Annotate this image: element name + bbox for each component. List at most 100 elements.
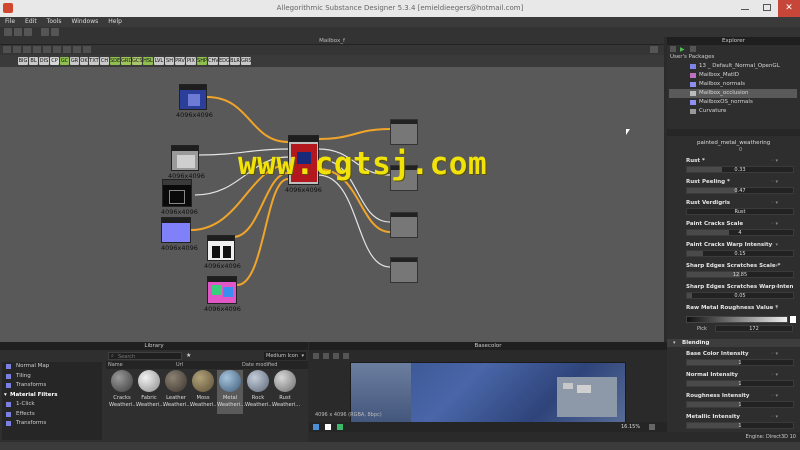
param-options-icon-2[interactable]: ◦ ▾ [771, 200, 793, 206]
blend-options-icon-3[interactable]: ◦ ▾ [771, 414, 793, 420]
view-tool-3-icon[interactable] [333, 353, 339, 359]
chip-prv[interactable]: PRV [175, 57, 185, 65]
graph-tool-6-icon[interactable] [53, 46, 61, 53]
channel-icon[interactable] [313, 424, 319, 430]
maximize-button[interactable] [756, 0, 778, 17]
icon-size-select[interactable]: Medium Icon ▾ [264, 352, 306, 360]
chip-gr[interactable]: GR [70, 57, 79, 65]
tree-item-transforms-2[interactable]: Transforms [2, 419, 102, 429]
view-tool-1-icon[interactable] [313, 353, 319, 359]
chip-grs[interactable]: GRS [241, 57, 252, 65]
material-moss[interactable]: Moss Weatheri... [190, 370, 218, 414]
node-normal-flat[interactable] [161, 217, 191, 243]
param-slider-3[interactable]: 4 [686, 229, 794, 236]
package-mailbox-normals[interactable]: Mailbox_normals [669, 80, 797, 89]
tree-item-normal-map[interactable]: Normal Map [2, 362, 102, 372]
package-mailbox-matid[interactable]: Mailbox_MatID [669, 71, 797, 80]
minimize-button[interactable] [734, 0, 756, 17]
param-slider-0[interactable]: 0.33 [686, 166, 794, 173]
chip-gcs[interactable]: GCS [132, 57, 143, 65]
blending-section[interactable]: ▾ Blending [667, 339, 800, 347]
output-metallic[interactable] [390, 212, 418, 238]
zoom-level[interactable]: 16.15% [621, 424, 640, 430]
chip-shp[interactable]: SHP [197, 57, 207, 65]
blend-options-icon-2[interactable]: ◦ ▾ [771, 393, 793, 399]
col-date[interactable]: Date modified [242, 361, 277, 369]
blend-options-icon-1[interactable]: ◦ ▾ [771, 372, 793, 378]
histogram-icon[interactable] [325, 424, 331, 430]
param-slider-6[interactable]: 0.05 [686, 292, 794, 299]
fit-icon[interactable] [649, 424, 655, 430]
material-fabric[interactable]: Fabric Weatheri... [136, 370, 164, 414]
param-options-icon-3[interactable]: ◦ ▾ [771, 221, 793, 227]
material-rock[interactable]: Rock Weatheri... [245, 370, 273, 414]
redo-icon[interactable] [51, 28, 59, 36]
picker-mode[interactable]: Pick [697, 326, 707, 332]
param-options-icon-0[interactable]: ◦ ▾ [771, 158, 793, 164]
param-slider-5[interactable]: 12.85 [686, 271, 794, 278]
close-button[interactable]: ✕ [778, 0, 800, 17]
param-options-icon-4[interactable]: ◦ ▾ [771, 242, 793, 248]
save-icon[interactable] [24, 28, 32, 36]
play-icon[interactable]: ▶ [680, 46, 685, 53]
menu-help[interactable]: Help [103, 17, 127, 26]
graph-tool-5-icon[interactable] [43, 46, 51, 53]
package-mailbox-occlusion[interactable]: Mailbox_occlusion [669, 89, 797, 98]
graph-tool-9-icon[interactable] [83, 46, 91, 53]
chip-big[interactable]: BIG [18, 57, 28, 65]
tree-item-1-click[interactable]: 1-Click [2, 400, 102, 410]
material-rust[interactable]: Rust Weatheri... [272, 370, 300, 414]
menu-edit[interactable]: Edit [20, 17, 42, 26]
output-height[interactable] [390, 257, 418, 283]
star-icon[interactable]: ★ [186, 352, 191, 359]
picker-value-input[interactable]: 172 [715, 325, 793, 332]
new-icon[interactable] [4, 28, 12, 36]
chip-ok[interactable]: OK [80, 57, 88, 65]
graph-tool-2-icon[interactable] [13, 46, 21, 53]
menu-tools[interactable]: Tools [42, 17, 67, 26]
node-ambient-occlusion[interactable] [171, 145, 199, 171]
view-tool-4-icon[interactable] [343, 353, 349, 359]
tree-item-transforms[interactable]: Transforms [2, 381, 102, 391]
folder-icon[interactable] [690, 46, 696, 52]
chip-gc[interactable]: GC [60, 57, 69, 65]
param-slider-1[interactable]: 0.47 [686, 187, 794, 194]
node-position[interactable] [207, 235, 235, 261]
open-icon[interactable] [14, 28, 22, 36]
graph-close-icon[interactable] [650, 46, 658, 53]
param-options-icon-5[interactable]: ◦ ▾ [771, 263, 793, 269]
gradient-end-swatch[interactable] [790, 316, 796, 323]
chip-lvl[interactable]: LVL [154, 57, 164, 65]
color-gradient-swatch[interactable] [686, 316, 788, 323]
chip-cp[interactable]: CP [50, 57, 59, 65]
blend-slider-3[interactable]: 1 [686, 422, 794, 429]
col-url[interactable]: Url [176, 361, 183, 369]
blend-options-icon-0[interactable]: ◦ ▾ [771, 351, 793, 357]
param-slider-2[interactable]: Rust [686, 208, 794, 215]
node-normal-map[interactable] [179, 84, 207, 110]
new-package-icon[interactable] [670, 46, 676, 52]
graph-tool-1-icon[interactable] [3, 46, 11, 53]
chip-sde[interactable]: SDE [110, 57, 120, 65]
blend-slider-2[interactable]: 1 [686, 401, 794, 408]
node-curvature[interactable] [162, 179, 192, 207]
package-mailboxos-normals[interactable]: MailboxOS_normals [669, 98, 797, 107]
chip-sh[interactable]: SH [165, 57, 174, 65]
blend-slider-1[interactable]: 1 [686, 380, 794, 387]
chip-blr[interactable]: BLR [230, 57, 240, 65]
chip-ch[interactable]: CH [100, 57, 109, 65]
basecolor-texture[interactable] [350, 362, 626, 431]
material-metal-selected[interactable]: Metal Weatheri... [217, 370, 245, 414]
material-leather[interactable]: Leather Weatheri... [163, 370, 191, 414]
chip-chv[interactable]: CHV [208, 57, 219, 65]
chip-dis[interactable]: DIS [39, 57, 49, 65]
library-search-input[interactable]: ⌕ Search [108, 352, 182, 360]
menu-windows[interactable]: Windows [66, 17, 103, 26]
chip-hsl[interactable]: HSL [143, 57, 153, 65]
param-slider-4[interactable]: 0.15 [686, 250, 794, 257]
view-tool-2-icon[interactable] [323, 353, 329, 359]
material-cracks[interactable]: Cracks Weatheri... [109, 370, 137, 414]
graph-tool-3-icon[interactable] [23, 46, 31, 53]
param-options-icon-1[interactable]: ◦ ▾ [771, 179, 793, 185]
menu-file[interactable]: File [0, 17, 20, 26]
